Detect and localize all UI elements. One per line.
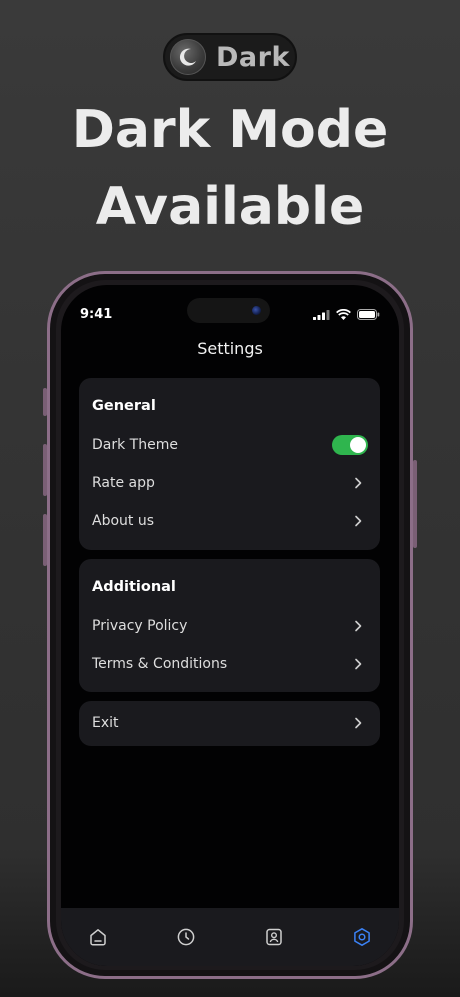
status-time: 9:41 <box>80 307 113 322</box>
dark-theme-toggle[interactable] <box>332 435 368 455</box>
chevron-right-icon <box>354 477 364 489</box>
settings-icon <box>354 928 370 946</box>
dark-theme-label: Dark Theme <box>92 437 178 453</box>
chevron-right-icon <box>354 717 364 729</box>
side-button <box>413 460 417 548</box>
exit-card[interactable]: Exit <box>79 701 380 746</box>
side-button <box>43 388 47 416</box>
exit-label: Exit <box>92 715 119 731</box>
toggle-knob <box>350 437 366 453</box>
badge-label: Dark <box>216 41 290 73</box>
section-title-additional: Additional <box>92 579 176 595</box>
tab-profile[interactable] <box>263 926 285 948</box>
side-button <box>43 514 47 566</box>
clock-icon <box>177 928 195 946</box>
terms-row[interactable]: Terms & Conditions <box>79 645 380 683</box>
tab-settings[interactable] <box>351 926 373 948</box>
headline-line-1: Dark Mode <box>71 100 389 160</box>
wifi-icon <box>336 309 351 320</box>
dark-mode-badge: Dark <box>163 33 297 81</box>
signal-icon <box>313 310 330 320</box>
page-title: Settings <box>197 339 263 358</box>
phone-screen: 9:41 Settings General Dark Theme Rate ap… <box>61 285 399 966</box>
camera-icon <box>252 306 261 315</box>
chevron-right-icon <box>354 658 364 670</box>
dark-theme-row: Dark Theme <box>79 426 380 464</box>
tab-home[interactable] <box>87 926 109 948</box>
about-us-label: About us <box>92 513 155 529</box>
privacy-policy-label: Privacy Policy <box>92 618 188 634</box>
battery-icon <box>357 309 380 320</box>
home-icon <box>90 929 106 946</box>
moon-icon <box>170 39 206 75</box>
side-button <box>43 444 47 496</box>
privacy-policy-row[interactable]: Privacy Policy <box>79 607 380 645</box>
tab-history[interactable] <box>175 926 197 948</box>
section-title-general: General <box>92 398 156 414</box>
headline-line-2: Available <box>95 177 365 237</box>
chevron-right-icon <box>354 515 364 527</box>
about-us-row[interactable]: About us <box>79 502 380 540</box>
dynamic-island <box>187 298 270 323</box>
additional-card: Additional Privacy Policy Terms & Condit… <box>79 559 380 692</box>
terms-label: Terms & Conditions <box>92 656 228 672</box>
status-icons <box>313 309 380 320</box>
exit-row[interactable]: Exit <box>79 704 380 742</box>
general-card: General Dark Theme Rate app About us <box>79 378 380 550</box>
tab-bar <box>61 908 399 966</box>
rate-app-row[interactable]: Rate app <box>79 464 380 502</box>
profile-icon <box>266 928 282 946</box>
rate-app-label: Rate app <box>92 475 155 491</box>
chevron-right-icon <box>354 620 364 632</box>
